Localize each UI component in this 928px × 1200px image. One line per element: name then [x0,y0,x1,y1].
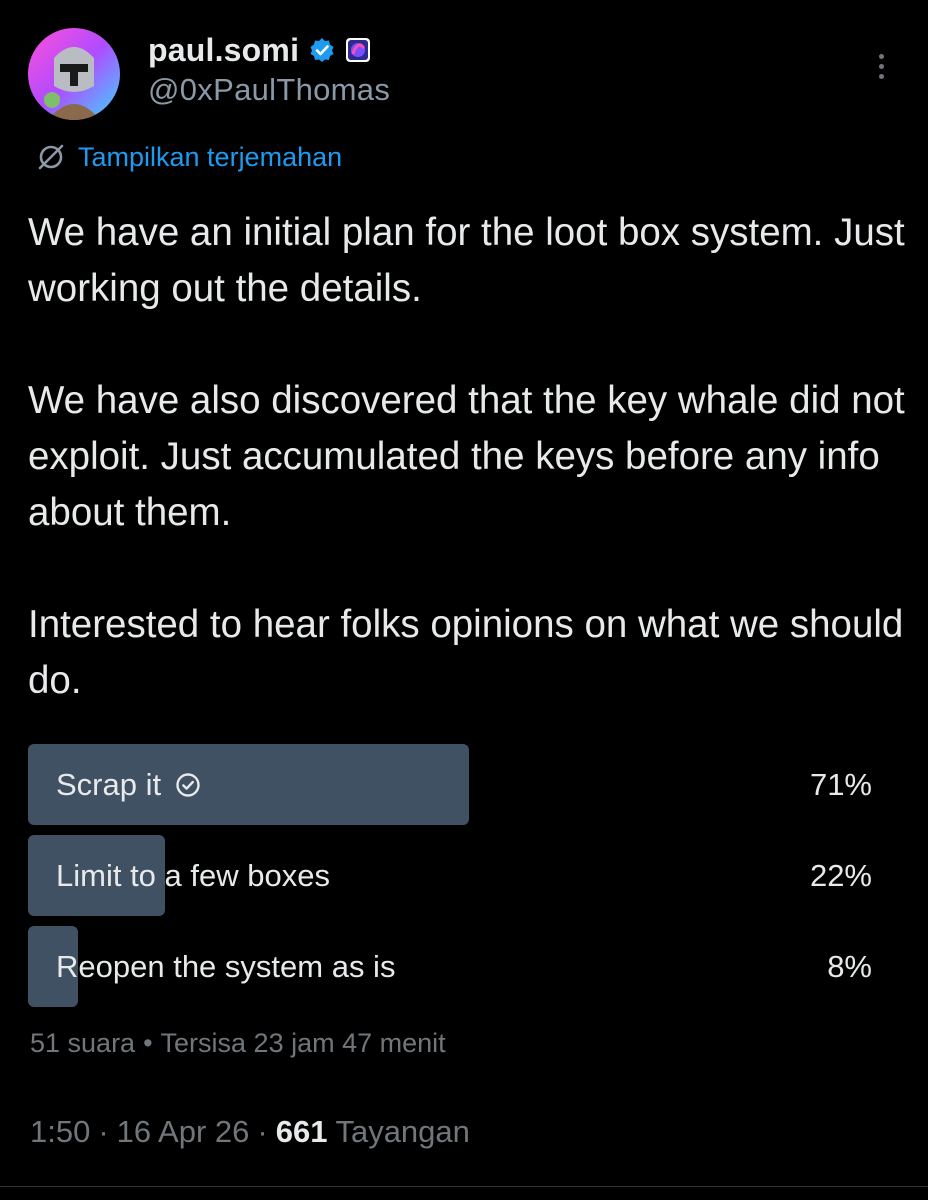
show-translation-label: Tampilkan terjemahan [78,141,343,172]
affiliate-badge-icon[interactable] [345,37,371,63]
more-options-button[interactable] [866,46,896,86]
tweet-paragraph: Interested to hear folks opinions on wha… [28,603,904,702]
poll-time-left: Tersisa 23 jam 47 menit [160,1028,446,1058]
tweet-paragraph: We have also discovered that the key wha… [28,379,905,534]
show-translation-link[interactable]: Tampilkan terjemahan [36,139,342,175]
verified-badge-icon[interactable] [309,37,335,63]
views-label: Tayangan [335,1114,470,1149]
author-handle[interactable]: @0xPaulThomas [148,72,390,108]
dot-icon [878,63,884,69]
poll-option-label: Limit to a few boxes [56,857,330,893]
author-name-row: paul.somi [148,28,371,72]
globe-slash-icon [38,144,64,170]
poll-vote-count: 51 suara [30,1028,136,1058]
tweet-timestamp-row: 1:50 · 16 Apr 26 · 661 Tayangan [30,1114,470,1150]
meta-separator: · [257,1114,268,1149]
poll-option-percent: 22% [809,857,872,893]
author-display-name[interactable]: paul.somi [148,32,299,69]
avatar[interactable] [28,28,120,120]
meta-separator: • [143,1028,153,1058]
tweet-date[interactable]: 16 Apr 26 [117,1114,250,1150]
poll: Scrap it 71% Limit to a few boxes 22% Re… [28,744,878,1017]
poll-meta: 51 suara • Tersisa 23 jam 47 menit [30,1028,446,1059]
avatar-image [28,28,120,120]
views-count[interactable]: 661 [276,1114,328,1150]
poll-option[interactable]: Reopen the system as is 8% [28,926,878,1007]
tweet-time[interactable]: 1:50 [30,1114,90,1150]
poll-option[interactable]: Scrap it 71% [28,744,878,825]
dot-icon [878,73,884,79]
divider [0,1186,928,1187]
poll-option-percent: 8% [827,948,872,984]
dot-icon [878,53,884,59]
poll-option-label: Scrap it [56,766,162,802]
poll-option-percent: 71% [809,766,872,802]
check-circle-icon [176,772,200,797]
tweet-paragraph: We have an initial plan for the loot box… [28,211,905,310]
poll-option-label: Reopen the system as is [56,948,396,984]
tweet-text: We have an initial plan for the loot box… [28,205,908,765]
poll-option[interactable]: Limit to a few boxes 22% [28,835,878,916]
meta-separator: · [98,1114,109,1149]
